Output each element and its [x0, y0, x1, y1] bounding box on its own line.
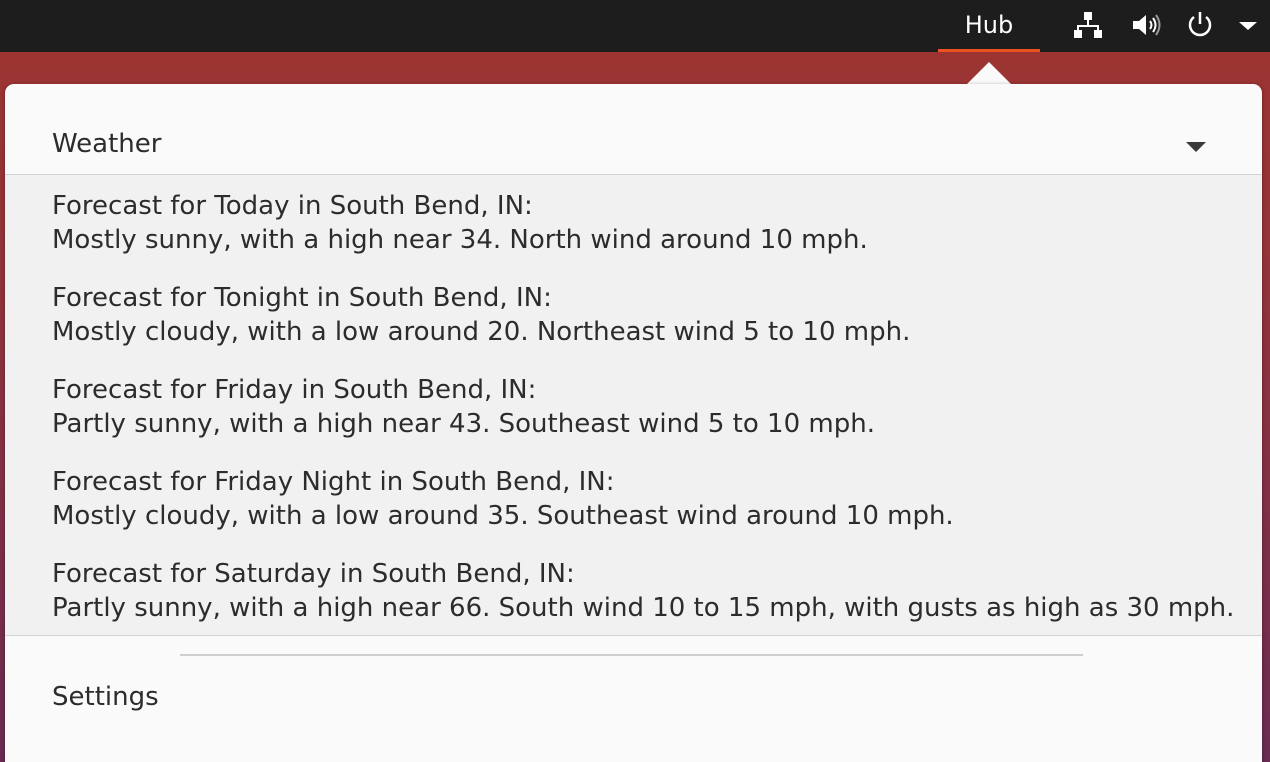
power-icon[interactable]: [1184, 10, 1216, 40]
forecast-item-friday-night[interactable]: Forecast for Friday Night in South Bend,…: [52, 465, 954, 533]
hub-indicator-label: Hub: [964, 10, 1014, 39]
forecast-title: Forecast for Today in South Bend, IN:: [52, 191, 533, 221]
menu-separator: [180, 654, 1083, 656]
system-menu-chevron-icon[interactable]: [1232, 10, 1264, 40]
settings-menu-item[interactable]: Settings: [5, 672, 1262, 732]
forecast-detail: Partly sunny, with a high near 66. South…: [52, 593, 1235, 623]
weather-submenu-label: Weather: [52, 129, 162, 159]
forecast-detail: Mostly sunny, with a high near 34. North…: [52, 225, 868, 255]
weather-submenu-toggle[interactable]: Weather: [5, 84, 1262, 174]
forecast-detail: Partly sunny, with a high near 43. South…: [52, 409, 875, 439]
forecast-item-tonight[interactable]: Forecast for Tonight in South Bend, IN: …: [52, 281, 910, 349]
popup-pointer-arrow: [966, 62, 1012, 85]
forecast-item-today[interactable]: Forecast for Today in South Bend, IN: Mo…: [52, 189, 868, 257]
chevron-down-icon: [1186, 142, 1206, 152]
forecast-title: Forecast for Friday Night in South Bend,…: [52, 467, 615, 497]
forecast-title: Forecast for Tonight in South Bend, IN:: [52, 283, 552, 313]
volume-icon[interactable]: [1130, 10, 1162, 40]
network-wired-icon[interactable]: [1072, 10, 1104, 40]
forecast-title: Forecast for Friday in South Bend, IN:: [52, 375, 537, 405]
forecast-list: Forecast for Today in South Bend, IN: Mo…: [5, 174, 1262, 636]
hub-indicator-button[interactable]: Hub: [938, 0, 1040, 52]
top-panel: Hub: [0, 0, 1270, 52]
settings-label: Settings: [52, 682, 159, 712]
forecast-title: Forecast for Saturday in South Bend, IN:: [52, 559, 575, 589]
forecast-item-saturday[interactable]: Forecast for Saturday in South Bend, IN:…: [52, 557, 1234, 625]
forecast-detail: Mostly cloudy, with a low around 35. Sou…: [52, 501, 954, 531]
forecast-detail: Mostly cloudy, with a low around 20. Nor…: [52, 317, 911, 347]
forecast-item-friday[interactable]: Forecast for Friday in South Bend, IN: P…: [52, 373, 875, 441]
weather-indicator-menu: Weather Forecast for Today in South Bend…: [5, 84, 1262, 762]
